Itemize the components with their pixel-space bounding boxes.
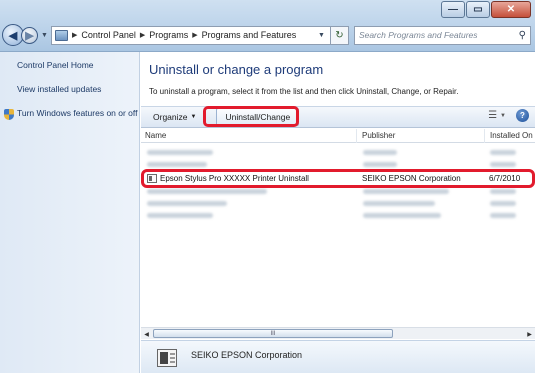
page-title: Uninstall or change a program (149, 62, 324, 77)
window-controls: — ▭ ✕ (441, 1, 531, 18)
breadcrumb-control-panel[interactable]: Control Panel (81, 30, 136, 40)
column-header: Name Publisher Installed On (141, 129, 535, 143)
sidebar-link-windows-features-label: Turn Windows features on or off (17, 108, 138, 118)
forward-arrow-icon: ▶ (25, 29, 34, 42)
breadcrumb-separator-icon[interactable]: ▶ (192, 31, 197, 39)
scroll-left-icon[interactable]: ◀ (141, 329, 152, 339)
toolbar-right: ☰ ▼ ? (488, 109, 529, 122)
control-panel-icon (54, 29, 68, 41)
sidebar: Control Panel Home View installed update… (0, 52, 140, 373)
program-large-icon (157, 349, 177, 367)
column-name[interactable]: Name (141, 129, 357, 143)
list-item[interactable] (141, 186, 535, 198)
close-button[interactable]: ✕ (491, 1, 531, 18)
breadcrumb-separator-icon[interactable]: ▶ (72, 31, 77, 39)
details-pane: SEIKO EPSON Corporation (141, 340, 535, 373)
page-description: To uninstall a program, select it from t… (149, 87, 459, 96)
program-name: Epson Stylus Pro XXXXX Printer Uninstall (160, 174, 309, 183)
program-list: Epson Stylus Pro XXXXX Printer Uninstall… (141, 144, 535, 324)
chevron-down-icon: ▼ (500, 112, 506, 119)
title-bar: — ▭ ✕ ◀ ▶ ▼ ▶ Control Panel ▶ Programs ▶… (0, 0, 535, 52)
uninstall-change-button[interactable]: Uninstall/Change (216, 108, 300, 126)
search-icon[interactable]: ⚲ (519, 30, 526, 41)
main-content: Uninstall or change a program To uninsta… (141, 52, 535, 373)
details-view-icon: ☰ (488, 110, 498, 121)
details-publisher: SEIKO EPSON Corporation (191, 350, 303, 360)
scroll-right-icon[interactable]: ▶ (524, 329, 535, 339)
history-dropdown-icon[interactable]: ▼ (41, 32, 48, 39)
command-bar: Organize ▼ Uninstall/Change ☰ ▼ ? (141, 106, 535, 128)
organize-label: Organize (153, 112, 188, 122)
sidebar-link-windows-features[interactable]: Turn Windows features on or off (4, 108, 139, 120)
change-view-button[interactable]: ☰ ▼ (488, 110, 506, 121)
program-publisher: SEIKO EPSON Corporation (362, 174, 461, 183)
refresh-button[interactable]: ↻ (330, 25, 349, 45)
maximize-button[interactable]: ▭ (466, 1, 490, 18)
breadcrumb-programs-and-features[interactable]: Programs and Features (202, 30, 297, 40)
program-installed-on: 6/7/2010 (489, 174, 521, 183)
breadcrumb-separator-icon[interactable]: ▶ (140, 31, 145, 39)
breadcrumb-programs[interactable]: Programs (149, 30, 188, 40)
organize-button[interactable]: Organize ▼ (148, 112, 201, 122)
search-input[interactable]: Search Programs and Features ⚲ (353, 25, 531, 45)
list-item[interactable] (141, 147, 535, 159)
printer-program-icon (147, 174, 157, 183)
list-item[interactable] (141, 210, 535, 222)
forward-button[interactable]: ▶ (21, 26, 38, 44)
shield-icon (4, 109, 14, 120)
scrollbar-thumb[interactable]: III (153, 329, 393, 338)
column-publisher[interactable]: Publisher (358, 129, 485, 143)
chevron-down-icon: ▼ (190, 114, 197, 120)
minimize-button[interactable]: — (441, 1, 465, 18)
address-dropdown-icon[interactable]: ▼ (318, 32, 325, 39)
refresh-icon: ↻ (335, 29, 344, 41)
help-icon[interactable]: ? (516, 109, 529, 122)
navigation-bar: ◀ ▶ ▼ ▶ Control Panel ▶ Programs ▶ Progr… (2, 24, 531, 46)
sidebar-link-view-installed-updates[interactable]: View installed updates (17, 84, 139, 95)
list-item[interactable] (141, 159, 535, 171)
search-placeholder: Search Programs and Features (358, 30, 478, 40)
list-item[interactable] (141, 198, 535, 210)
address-bar[interactable]: ▶ Control Panel ▶ Programs ▶ Programs an… (50, 25, 331, 45)
horizontal-scrollbar[interactable]: ◀ III ▶ (141, 327, 535, 339)
column-installed-on[interactable]: Installed On (486, 129, 535, 143)
list-item-epson-uninstall[interactable]: Epson Stylus Pro XXXXX Printer Uninstall… (141, 172, 535, 185)
scrollbar-grip: III (270, 330, 276, 337)
sidebar-link-control-panel-home[interactable]: Control Panel Home (17, 60, 139, 71)
back-arrow-icon: ◀ (8, 29, 18, 42)
